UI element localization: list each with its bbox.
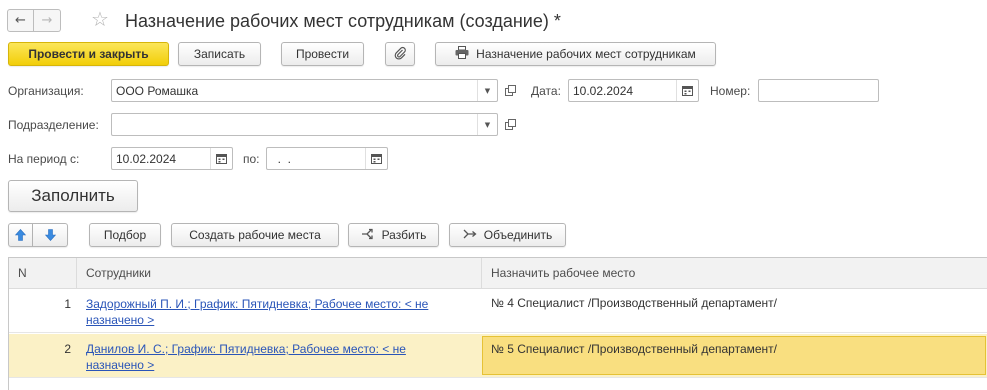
period-to-value: . . [271, 151, 292, 166]
dropdown-icon[interactable]: ▼ [477, 80, 497, 101]
period-from-value: 10.02.2024 [116, 151, 177, 166]
favorite-star-icon[interactable]: ☆ [91, 8, 109, 30]
employee-cell: Данилов И. С.; График: Пятидневка; Рабоч… [77, 334, 482, 377]
create-workplaces-button[interactable]: Создать рабочие места [171, 223, 339, 247]
period-from-field[interactable]: 10.02.2024 [111, 147, 233, 170]
page-title: Назначение рабочих мест сотрудникам (соз… [125, 11, 561, 31]
printer-icon [455, 46, 469, 62]
row-number: 1 [64, 297, 71, 311]
pick-button[interactable]: Подбор [89, 223, 161, 247]
calendar-icon[interactable] [210, 148, 232, 169]
post-and-close-button[interactable]: Провести и закрыть [8, 42, 169, 66]
open-organization-button[interactable] [501, 79, 519, 102]
move-down-button[interactable] [33, 223, 68, 247]
merge-button[interactable]: Объединить [449, 223, 566, 247]
period-to-field[interactable]: . . [266, 147, 388, 170]
date-field[interactable]: 10.02.2024 [568, 79, 699, 102]
column-header-workplace[interactable]: Назначить рабочее место [482, 258, 987, 288]
open-icon [504, 85, 516, 96]
calendar-icon[interactable] [365, 148, 387, 169]
workplace-cell-selected[interactable]: № 5 Специалист /Производственный департа… [482, 336, 986, 375]
table-row-selected[interactable]: 2 Данилов И. С.; График: Пятидневка; Раб… [9, 334, 987, 378]
employees-table: N Сотрудники Назначить рабочее место 1 З… [8, 257, 987, 390]
calendar-icon[interactable] [676, 80, 698, 101]
number-field[interactable] [758, 79, 879, 102]
employee-link[interactable]: Данилов И. С.; График: Пятидневка; Рабоч… [86, 342, 406, 372]
workplace-cell[interactable]: № 4 Специалист /Производственный департа… [482, 289, 987, 332]
organization-value: ООО Ромашка [116, 83, 199, 98]
department-label: Подразделение: [8, 118, 99, 132]
fill-button[interactable]: Заполнить [8, 180, 138, 212]
table-row[interactable]: 1 Задорожный П. И.; График: Пятидневка; … [9, 289, 987, 333]
column-header-n[interactable]: N [9, 258, 77, 288]
organization-label: Организация: [8, 84, 84, 98]
attachments-button[interactable] [385, 42, 415, 66]
split-button[interactable]: Разбить [348, 223, 439, 247]
dropdown-icon[interactable]: ▼ [477, 114, 497, 135]
paperclip-icon [393, 46, 407, 63]
print-assignment-label: Назначение рабочих мест сотрудникам [476, 47, 696, 61]
period-from-label: На период с: [8, 152, 80, 166]
date-label: Дата: [531, 84, 561, 98]
organization-field[interactable]: ООО Ромашка ▼ [111, 79, 498, 102]
employee-cell: Задорожный П. И.; График: Пятидневка; Ра… [77, 289, 482, 332]
open-department-button[interactable] [501, 113, 519, 136]
date-value: 10.02.2024 [573, 83, 634, 98]
table-header: N Сотрудники Назначить рабочее место [9, 258, 987, 289]
print-assignment-button[interactable]: Назначение рабочих мест сотрудникам [435, 42, 716, 66]
number-label: Номер: [710, 84, 751, 98]
save-button[interactable]: Записать [178, 42, 261, 66]
move-up-button[interactable] [8, 223, 33, 247]
forward-button[interactable]: → [34, 9, 61, 32]
arrow-right-icon: → [41, 13, 53, 28]
split-icon [361, 228, 375, 243]
merge-icon [463, 228, 477, 243]
arrow-left-icon: ← [15, 13, 26, 28]
move-up-icon [15, 229, 26, 241]
merge-label: Объединить [483, 228, 553, 242]
back-button[interactable]: ← [7, 9, 34, 32]
department-field[interactable]: ▼ [111, 113, 498, 136]
period-to-label: по: [243, 152, 260, 166]
split-label: Разбить [381, 228, 427, 242]
row-number: 2 [64, 342, 71, 356]
move-down-icon [44, 229, 56, 241]
post-button[interactable]: Провести [281, 42, 364, 66]
column-header-employees[interactable]: Сотрудники [77, 258, 482, 288]
open-icon [504, 119, 516, 130]
employee-link[interactable]: Задорожный П. И.; График: Пятидневка; Ра… [86, 297, 428, 327]
